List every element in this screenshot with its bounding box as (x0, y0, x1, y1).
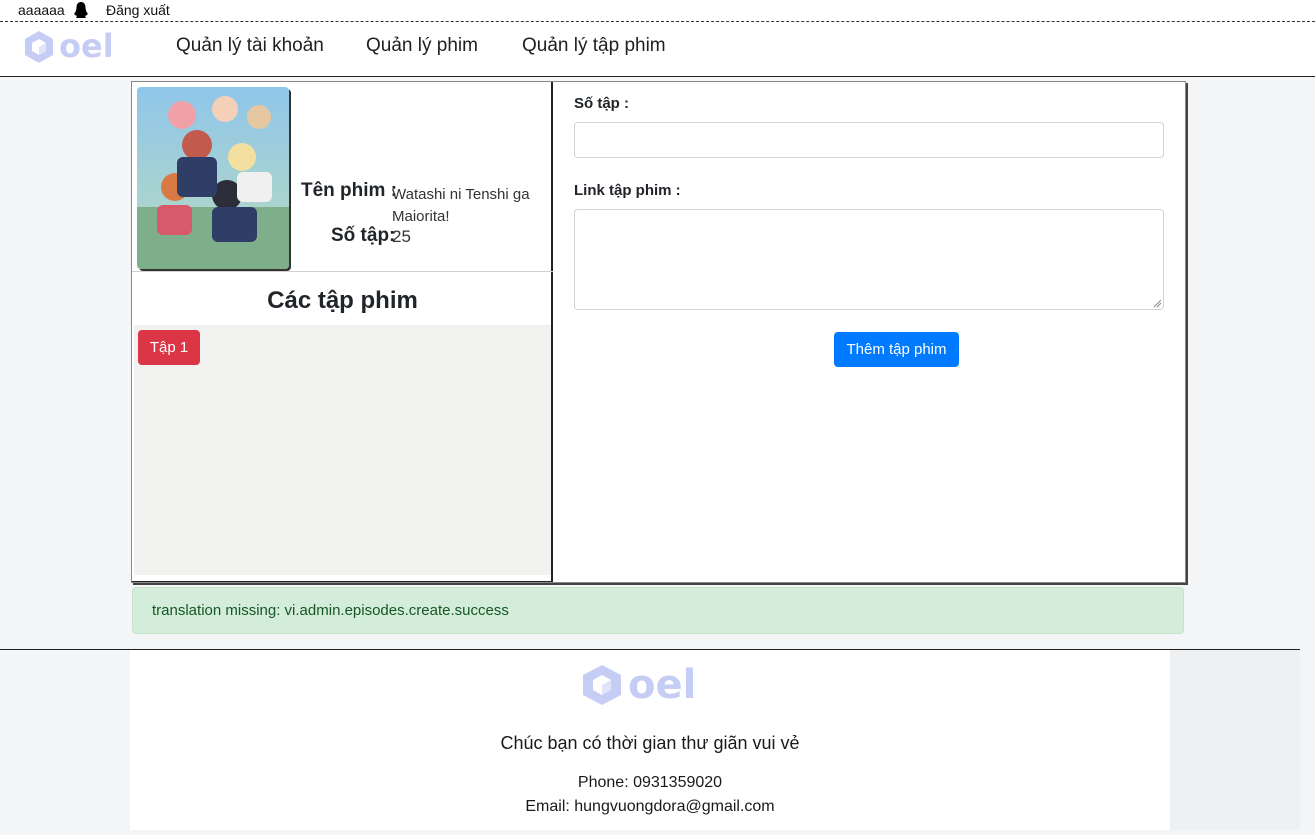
divider (132, 271, 553, 272)
movie-name-label: Tên phim : (301, 180, 398, 201)
movie-info-panel: Tên phim : Watashi ni Tenshi ga Maiorita… (132, 82, 553, 582)
episode-number-input[interactable] (574, 122, 1164, 158)
logo-text: oel (59, 27, 114, 65)
user-bar: aaaaaa Đăng xuất (0, 0, 1315, 22)
nav-account-management[interactable]: Quản lý tài khoản (176, 35, 324, 57)
episode-link-textarea[interactable] (574, 209, 1164, 310)
resize-grip-icon[interactable] (1152, 298, 1162, 308)
logout-link[interactable]: Đăng xuất (106, 2, 170, 18)
episode-count-label: Số tập: (331, 225, 396, 246)
user-silhouette-icon (74, 2, 88, 18)
add-episode-form: Số tập : Link tập phim : Thêm tập phim (555, 82, 1185, 582)
footer-cube-logo-icon: oel (583, 662, 696, 708)
main-card: Tên phim : Watashi ni Tenshi ga Maiorita… (131, 81, 1186, 583)
episode-button[interactable]: Tập 1 (138, 330, 200, 365)
episode-list-title: Các tập phim (267, 287, 418, 314)
navbar: oel Quản lý tài khoản Quản lý phim Quản … (0, 22, 1315, 77)
success-alert: translation missing: vi.admin.episodes.c… (132, 587, 1184, 634)
episode-list: Tập 1 (134, 325, 551, 575)
footer-email: Email: hungvuongdora@gmail.com (525, 798, 775, 815)
footer-side-bg (1170, 650, 1300, 830)
nav-episode-management[interactable]: Quản lý tập phim (522, 35, 666, 57)
nav-movie-management[interactable]: Quản lý phim (366, 35, 478, 57)
username: aaaaaa (18, 2, 65, 18)
add-episode-button[interactable]: Thêm tập phim (834, 332, 959, 367)
movie-poster (137, 87, 289, 269)
footer-logo-text: oel (628, 662, 696, 708)
cube-logo-icon[interactable]: oel (22, 27, 124, 69)
movie-name-value: Watashi ni Tenshi ga Maiorita! (392, 186, 530, 225)
episode-number-label: Số tập : (574, 95, 629, 112)
footer: oel Chúc bạn có thời gian thư giãn vui v… (130, 650, 1170, 830)
episode-count-value: 25 (392, 227, 411, 246)
footer-slogan: Chúc bạn có thời gian thư giãn vui vẻ (500, 733, 800, 753)
episode-link-label: Link tập phim : (574, 182, 681, 199)
footer-phone: Phone: 0931359020 (577, 774, 723, 791)
